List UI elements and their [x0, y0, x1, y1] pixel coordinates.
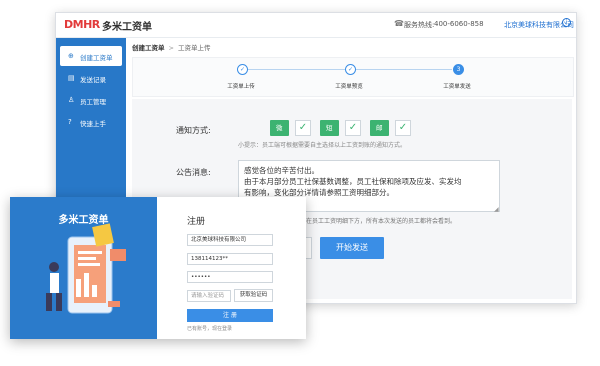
announcement-label: 公告消息: — [176, 168, 211, 177]
check-icon: ✓ — [345, 120, 361, 136]
step-3-label: 工资单发送 — [443, 84, 471, 90]
register-card: 多米工资单 注册 北京美球科技有限公司 138114123** •••••• 请… — [10, 197, 306, 339]
step-1-check-icon: ✓ — [237, 64, 248, 75]
announcement-hint: 示在员工工资明细下方，所有本次发送的员工都将会看到。 — [300, 218, 457, 225]
announcement-line: 由于本月部分员工社保基数调整，员工社保和除项及应发、实发均 — [244, 177, 462, 186]
sidebar-item-quick-start[interactable]: ? 快速上手 — [56, 112, 126, 132]
step-progress: ✓ ✓ 3 工资单上传 工资单预览 工资单发送 — [132, 57, 574, 97]
sidebar-item-label: 快速上手 — [80, 120, 106, 128]
sidebar-item-label: 员工管理 — [80, 98, 106, 106]
plus-circle-icon: ⊕ — [68, 52, 74, 60]
step-1-label: 工资单上传 — [227, 84, 255, 90]
user-icon: ♙ — [68, 96, 75, 104]
breadcrumb-root[interactable]: 创建工资单 — [132, 44, 165, 52]
logo: DMHR — [64, 18, 100, 31]
register-title: 注册 — [187, 217, 206, 227]
register-form: 注册 北京美球科技有限公司 138114123** •••••• 请输入验证码 … — [157, 197, 306, 339]
breadcrumb-current: 工资单上传 — [177, 44, 211, 52]
phone-icon: ☎ — [394, 19, 404, 28]
resize-handle-icon[interactable]: ◢ — [494, 206, 499, 213]
sidebar-item-send-records[interactable]: ▤ 发送记录 — [56, 68, 126, 88]
notify-tip: 小提示：员工端可根据需要自主选择以上工资到账的通知方式。 — [238, 142, 407, 149]
brand-name: 多米工资单 — [102, 22, 152, 33]
phone-label: 服务热线: — [404, 21, 435, 29]
step-connector — [247, 69, 345, 70]
check-icon: ✓ — [395, 120, 411, 136]
top-bar: DMHR 多米工资单 ☎ 服务热线: 400-6060-858 北京美球科技有限… — [56, 13, 576, 38]
password-input[interactable]: •••••• — [187, 271, 273, 283]
question-icon: ? — [68, 118, 72, 126]
step-connector — [354, 69, 452, 70]
sidebar-item-label: 发送记录 — [80, 76, 106, 84]
phone-input[interactable]: 138114123** — [187, 253, 273, 265]
login-link[interactable]: 已有账号，现在登录 — [187, 325, 232, 332]
start-send-button[interactable]: 开始发送 — [320, 237, 384, 259]
register-hero: 多米工资单 — [10, 197, 157, 339]
step-2-label: 工资单预览 — [335, 84, 363, 90]
sidebar-item-label: 创建工资单 — [80, 54, 113, 62]
breadcrumb: 创建工资单 > 工资单上传 — [132, 44, 211, 52]
company-name-input[interactable]: 北京美球科技有限公司 — [187, 234, 273, 246]
phone-illustration-icon — [46, 223, 126, 314]
verification-code-input[interactable]: 请输入验证码 — [187, 290, 231, 302]
document-icon: ▤ — [68, 74, 75, 82]
notify-method-label: 通知方式: — [176, 126, 211, 135]
sidebar-item-create-payslip[interactable]: ⊕ 创建工资单 — [60, 46, 122, 66]
register-submit-button[interactable]: 注 册 — [187, 309, 273, 322]
wechat-tag: 微信 — [270, 120, 289, 148]
check-icon: ✓ — [295, 120, 311, 136]
email-tag: 邮箱 — [370, 120, 389, 148]
sidebar-item-employees[interactable]: ♙ 员工管理 — [56, 90, 126, 110]
get-code-button[interactable]: 获取验证码 — [234, 289, 273, 302]
phone-number: 400-6060-858 — [434, 20, 484, 28]
announcement-line: 感觉各位的辛苦付出。 — [244, 166, 319, 175]
sms-tag: 短信 — [320, 120, 339, 148]
step-3-number: 3 — [453, 64, 464, 75]
info-icon[interactable]: i — [562, 18, 571, 27]
step-2-check-icon: ✓ — [345, 64, 356, 75]
